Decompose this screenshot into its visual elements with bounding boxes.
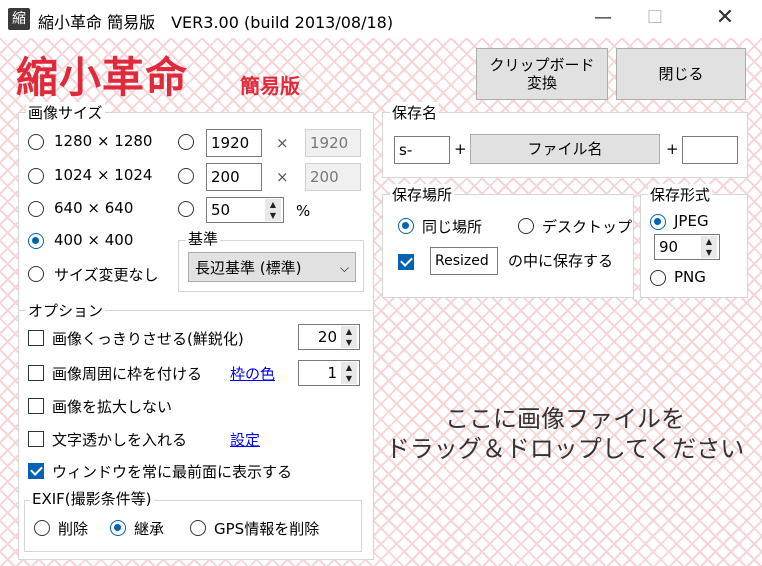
- exif-title: EXIF(撮影条件等): [30, 488, 154, 509]
- frame-checkbox[interactable]: [28, 365, 44, 381]
- close-icon[interactable]: ✕: [702, 0, 748, 38]
- subfolder-input[interactable]: Resized: [430, 247, 498, 275]
- maximize-icon[interactable]: ☐: [632, 0, 678, 38]
- sharpen-stepper[interactable]: 20 ▲ ▼: [298, 324, 360, 350]
- image-size-title: 画像サイズ: [26, 102, 105, 123]
- spin-up-icon[interactable]: ▲: [701, 236, 717, 247]
- options-title: オプション: [26, 300, 106, 321]
- filename-button[interactable]: ファイル名: [470, 134, 660, 164]
- size-radio-no-resize[interactable]: [28, 266, 44, 282]
- plus-sign-1: +: [454, 140, 467, 158]
- size-radio-percent[interactable]: [178, 201, 194, 217]
- exif-label-inherit: 継承: [134, 520, 165, 538]
- format-label-jpeg: JPEG: [674, 212, 709, 230]
- size-radio-1280[interactable]: [28, 134, 44, 150]
- spin-down-icon[interactable]: ▼: [341, 337, 357, 348]
- no-enlarge-checkbox[interactable]: [28, 398, 44, 414]
- spin-down-icon[interactable]: ▼: [701, 247, 717, 258]
- percent-stepper[interactable]: 50 ▲ ▼: [206, 197, 284, 223]
- basis-select[interactable]: 長辺基準 (標準) ⌵: [188, 252, 356, 282]
- watermark-label: 文字透かしを入れる: [52, 431, 188, 449]
- custom1-times: ×: [276, 134, 289, 152]
- sharpen-value: 20: [317, 328, 337, 346]
- custom2-height-input[interactable]: 200: [305, 163, 361, 191]
- size-label-1024: 1024 × 1024: [54, 166, 153, 184]
- no-enlarge-label: 画像を拡大しない: [52, 398, 173, 416]
- basis-title: 基準: [186, 228, 221, 249]
- spin-up-icon[interactable]: ▲: [265, 199, 281, 210]
- save-name-title: 保存名: [390, 102, 440, 123]
- jpeg-quality-stepper[interactable]: 90 ▲ ▼: [654, 234, 720, 260]
- format-radio-jpeg[interactable]: [650, 214, 666, 230]
- exif-radio-delete[interactable]: [34, 520, 50, 536]
- minimize-icon[interactable]: —: [580, 0, 626, 38]
- format-label-png: PNG: [674, 268, 706, 286]
- save-location-title: 保存場所: [390, 184, 455, 205]
- percent-value: 50: [211, 201, 231, 219]
- app-icon: 縮: [8, 8, 30, 30]
- location-label-desktop: デスクトップ: [542, 218, 633, 236]
- basis-value: 長辺基準 (標準): [195, 259, 302, 277]
- plus-sign-2: +: [666, 140, 679, 158]
- save-location-group: [382, 194, 634, 298]
- sharpen-label: 画像くっきりさせる(鮮鋭化): [52, 330, 244, 348]
- topmost-checkbox[interactable]: [28, 463, 44, 479]
- window-title: 縮小革命 簡易版 VER3.00 (build 2013/08/18): [38, 13, 394, 32]
- exif-label-gps-delete: GPS情報を削除: [214, 520, 320, 538]
- frame-width-stepper[interactable]: 1 ▲ ▼: [298, 360, 360, 386]
- watermark-checkbox[interactable]: [28, 431, 44, 447]
- location-label-same: 同じ場所: [422, 218, 483, 236]
- spin-up-icon[interactable]: ▲: [341, 362, 357, 373]
- suffix-input[interactable]: [682, 136, 738, 164]
- close-button[interactable]: 閉じる: [616, 48, 746, 100]
- size-radio-custom2[interactable]: [178, 168, 194, 184]
- clipboard-convert-button[interactable]: クリップボード 変換: [476, 48, 608, 100]
- size-label-no-resize: サイズ変更なし: [54, 266, 159, 284]
- percent-unit: %: [296, 202, 311, 220]
- spin-down-icon[interactable]: ▼: [265, 210, 281, 221]
- frame-width-value: 1: [327, 364, 337, 382]
- app-logo: 縮小革命: [16, 53, 189, 102]
- exif-radio-inherit[interactable]: [110, 520, 126, 536]
- frame-label: 画像周囲に枠を付ける: [52, 365, 203, 383]
- app-logo-sub: 簡易版: [240, 74, 300, 98]
- size-label-1280: 1280 × 1280: [54, 132, 153, 150]
- exif-radio-gps-delete[interactable]: [190, 520, 206, 536]
- size-label-640: 640 × 640: [54, 199, 134, 217]
- spin-up-icon[interactable]: ▲: [341, 326, 357, 337]
- size-radio-640[interactable]: [28, 201, 44, 217]
- size-radio-custom1[interactable]: [178, 134, 194, 150]
- exif-label-delete: 削除: [58, 520, 89, 538]
- sharpen-checkbox[interactable]: [28, 330, 44, 346]
- save-format-title: 保存形式: [648, 184, 713, 205]
- watermark-settings-link[interactable]: 設定: [230, 429, 260, 450]
- format-radio-png[interactable]: [650, 270, 666, 286]
- location-radio-same[interactable]: [398, 218, 414, 234]
- frame-color-link[interactable]: 枠の色: [230, 363, 275, 384]
- size-label-400: 400 × 400: [54, 231, 134, 249]
- size-radio-1024[interactable]: [28, 168, 44, 184]
- spin-down-icon[interactable]: ▼: [341, 373, 357, 384]
- custom2-width-input[interactable]: 200: [206, 163, 262, 191]
- subfolder-suffix-label: の中に保存する: [508, 252, 614, 270]
- subfolder-checkbox[interactable]: [398, 254, 414, 270]
- jpeg-quality-value: 90: [659, 238, 679, 256]
- topmost-label: ウィンドウを常に最前面に表示する: [52, 463, 293, 481]
- chevron-down-icon: ⌵: [339, 261, 349, 275]
- title-bar: 縮 縮小革命 簡易版 VER3.00 (build 2013/08/18) — …: [0, 0, 762, 38]
- size-radio-400[interactable]: [28, 233, 44, 249]
- prefix-input[interactable]: s-: [394, 136, 450, 164]
- drop-zone-text[interactable]: ここに画像ファイルを ドラッグ＆ドロップしてください: [380, 404, 750, 468]
- custom1-width-input[interactable]: 1920: [206, 129, 262, 157]
- main-panel: 縮小革命 簡易版 クリップボード 変換 閉じる 画像サイズ 1280 × 128…: [0, 38, 762, 566]
- location-radio-desktop[interactable]: [518, 218, 534, 234]
- custom2-times: ×: [276, 168, 289, 186]
- custom1-height-input[interactable]: 1920: [305, 129, 361, 157]
